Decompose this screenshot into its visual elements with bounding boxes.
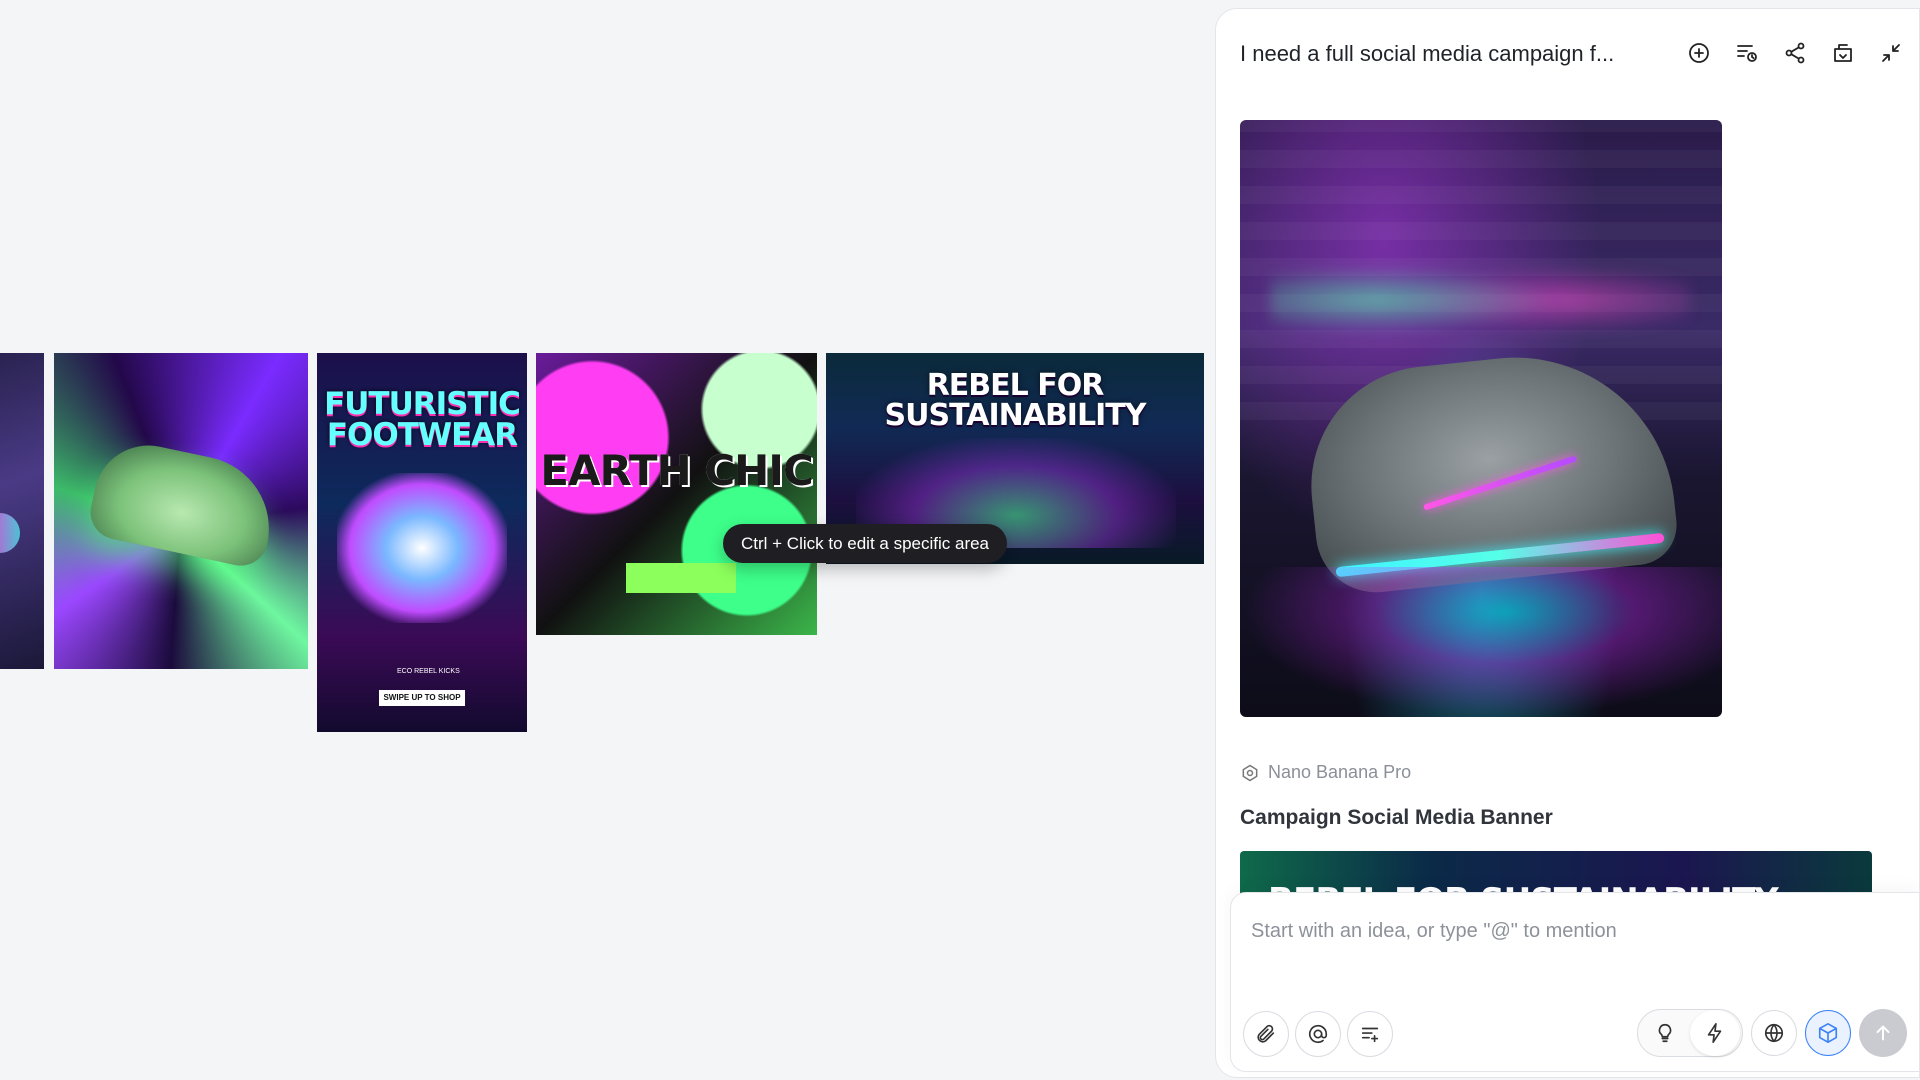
mention-button[interactable] — [1295, 1011, 1341, 1057]
prompt-input[interactable] — [1251, 911, 1891, 951]
idea-icon — [1658, 1023, 1672, 1043]
cube-icon — [1818, 1023, 1838, 1043]
earth-chic-image[interactable]: EARTH CHIC — [536, 353, 817, 635]
attach-icon — [1257, 1024, 1275, 1043]
panel-header: I need a full social media campaign f... — [1216, 9, 1919, 99]
chat-panel: I need a full social media campaign f... — [1215, 8, 1920, 1078]
prompt-template-icon — [1361, 1027, 1379, 1043]
model-name: Nano Banana Pro — [1268, 762, 1412, 782]
lightning-icon — [1707, 1023, 1722, 1043]
message-composer — [1230, 892, 1919, 1072]
generated-sneaker-image[interactable] — [1240, 120, 1722, 717]
futuristic-footwear-image[interactable]: FUTURISTIC FOOTWEAR ECO REBEL KICKS SWIP… — [317, 353, 527, 732]
neon-shoe-graphic — [337, 473, 507, 623]
wet-ground-reflection — [1240, 567, 1722, 717]
futuristic-footwear-caption: FUTURISTIC FOOTWEAR — [324, 386, 521, 453]
history-icon[interactable] — [1733, 39, 1761, 67]
share-icon[interactable] — [1781, 39, 1809, 67]
eco-badges — [626, 563, 736, 593]
model-icon — [1242, 764, 1258, 781]
section-title: Campaign Social Media Banner — [1240, 806, 1553, 829]
canvas-area[interactable]: FUTURISTIC FOOTWEAR ECO REBEL KICKS SWIP… — [0, 0, 1212, 1080]
3d-model-button[interactable] — [1805, 1010, 1851, 1056]
export-icon[interactable] — [1829, 39, 1857, 67]
header-actions — [1685, 39, 1905, 67]
neon-green-shoe-image[interactable] — [54, 353, 308, 669]
rebel-banner-caption: REBEL FOR SUSTAINABILITY — [884, 368, 1147, 433]
graffiti-glow — [1270, 240, 1690, 360]
model-label: Nano Banana Pro — [1240, 762, 1411, 783]
mention-icon — [1308, 1024, 1328, 1044]
web-search-button[interactable] — [1751, 1010, 1797, 1056]
idea-mode-button[interactable] — [1640, 1010, 1690, 1056]
fast-mode-button[interactable] — [1690, 1010, 1740, 1056]
swipe-up-cta: SWIPE UP TO SHOP — [379, 690, 465, 706]
prompt-template-button[interactable] — [1347, 1011, 1393, 1057]
new-chat-icon[interactable] — [1685, 39, 1713, 67]
globe-icon — [1764, 1023, 1784, 1043]
collapse-icon[interactable] — [1877, 39, 1905, 67]
conversation-title: I need a full social media campaign f... — [1240, 41, 1615, 66]
earth-chic-caption: EARTH CHIC — [540, 446, 814, 495]
arrow-up-icon — [1876, 1025, 1890, 1041]
composer-left-tools — [1243, 1011, 1393, 1057]
mode-toggle — [1637, 1009, 1743, 1057]
shoe-graphic — [85, 435, 283, 571]
composer-right-tools — [1637, 1009, 1907, 1057]
partial-graffiti-image[interactable] — [0, 353, 44, 669]
send-button[interactable] — [1859, 1009, 1907, 1057]
attach-button[interactable] — [1243, 1011, 1289, 1057]
edit-area-tooltip: Ctrl + Click to edit a specific area — [723, 524, 1008, 563]
brand-mark: ECO REBEL KICKS — [397, 668, 460, 675]
